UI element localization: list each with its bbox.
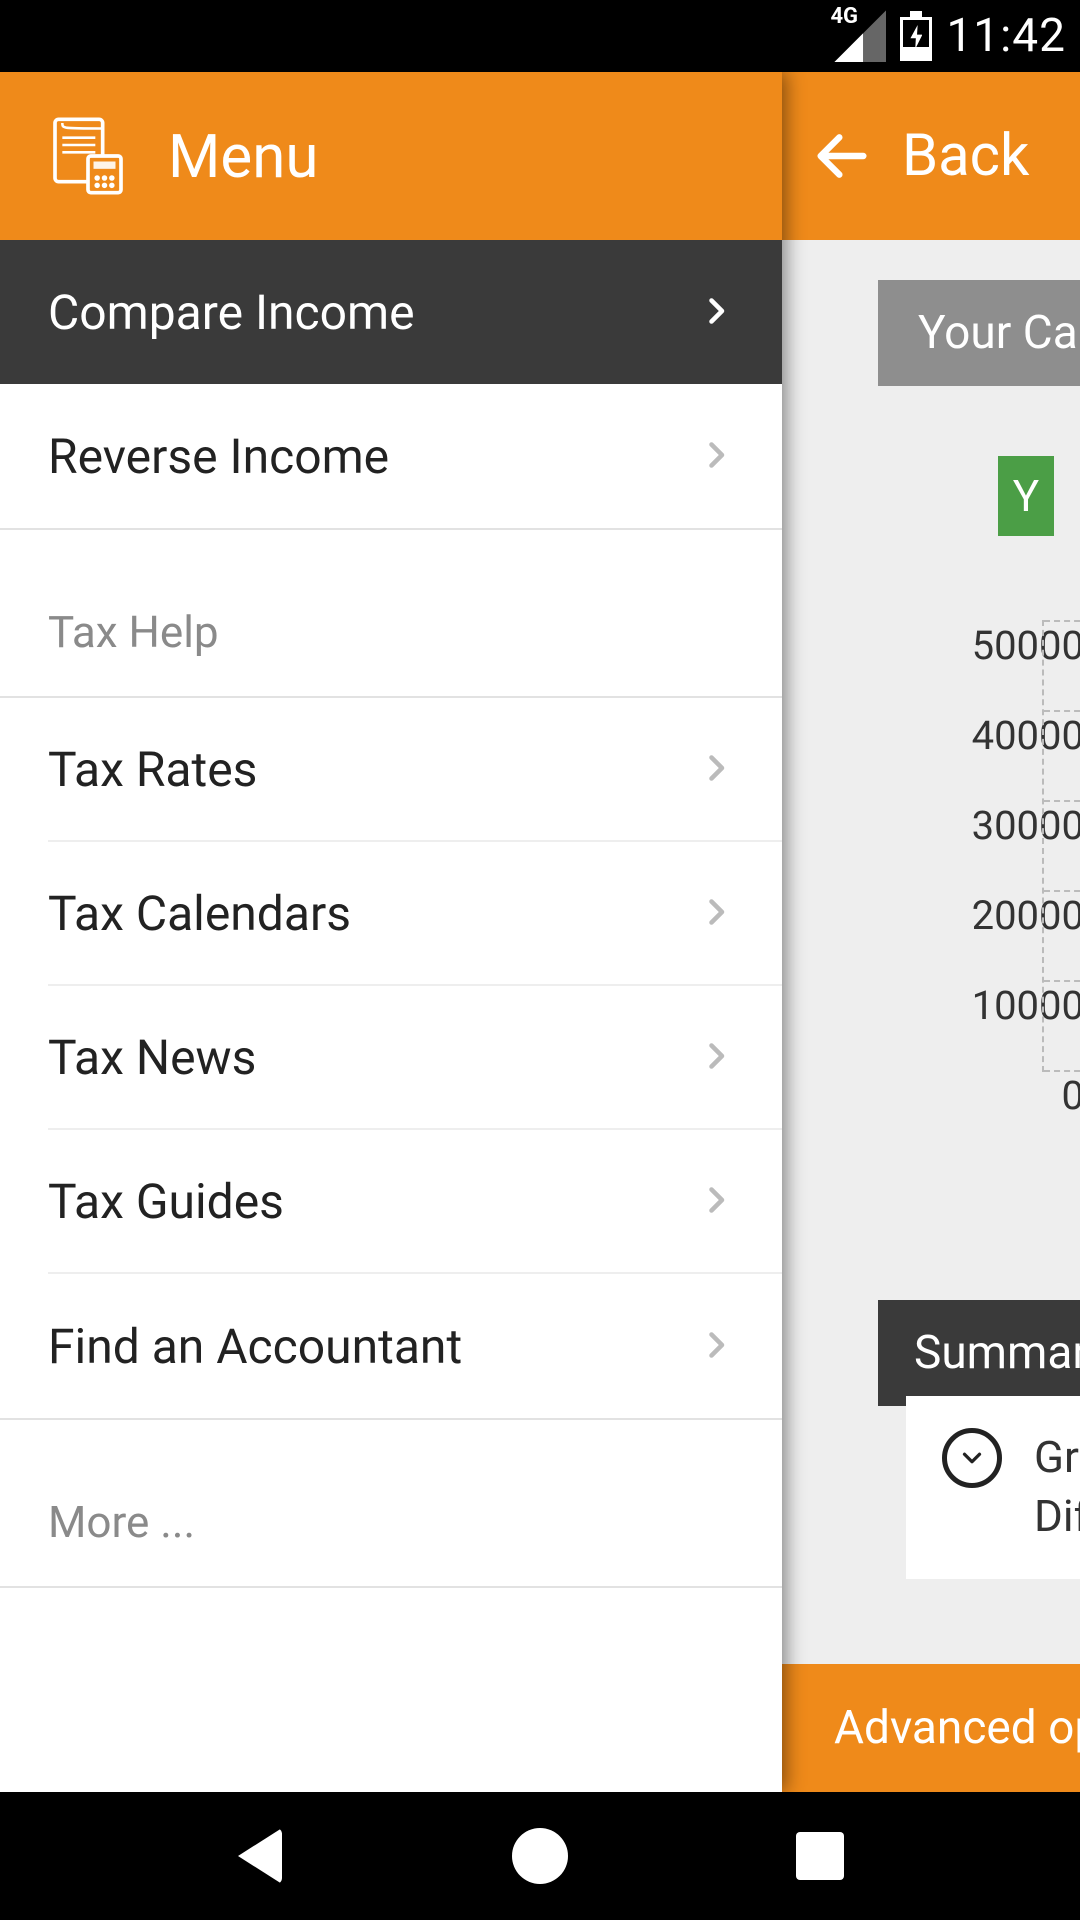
menu-item-find-accountant[interactable]: Find an Accountant xyxy=(48,1274,782,1418)
back-label[interactable]: Back xyxy=(902,122,1029,190)
chevron-right-icon xyxy=(698,885,734,942)
android-status-bar: 4G 11:42 xyxy=(0,0,1080,72)
menu-item-compare-income[interactable]: Compare Income xyxy=(0,240,782,384)
menu-item-tax-rates[interactable]: Tax Rates xyxy=(48,698,782,842)
cell-signal-icon: 4G xyxy=(834,10,886,62)
page-app-bar: Back xyxy=(782,72,1080,240)
nav-home-button[interactable] xyxy=(504,1820,576,1892)
chevron-right-icon xyxy=(698,1318,734,1375)
summary-line-2: Diff xyxy=(1034,1487,1080,1546)
expand-chevron-down-icon[interactable] xyxy=(942,1428,1002,1488)
advanced-options-label: Advanced opt xyxy=(834,1701,1080,1755)
section-header-tax-help: Tax Help xyxy=(0,530,782,698)
y-tick: 0 xyxy=(924,1076,1080,1166)
chart-grid xyxy=(1042,620,1080,1072)
chevron-right-icon xyxy=(698,284,734,341)
chevron-right-icon xyxy=(698,741,734,798)
menu-item-label: Tax Calendars xyxy=(48,885,351,942)
summary-row[interactable]: Gro Diff xyxy=(906,1396,1080,1579)
nav-back-button[interactable] xyxy=(224,1820,296,1892)
menu-item-label: Tax Guides xyxy=(48,1173,284,1230)
menu-item-reverse-income[interactable]: Reverse Income xyxy=(0,384,782,528)
chevron-right-icon xyxy=(698,428,734,485)
network-type-label: 4G xyxy=(830,4,858,29)
app-logo-icon xyxy=(44,112,132,200)
year-badge[interactable]: Y xyxy=(998,456,1054,536)
main-page-behind-drawer: Back Your Ca Y 50000 40000 30000 20000 1… xyxy=(782,72,1080,1792)
summary-labels: Gro Diff xyxy=(1034,1428,1080,1547)
menu-item-label: Tax News xyxy=(48,1029,256,1086)
summary-line-1: Gro xyxy=(1034,1428,1080,1487)
menu-item-label: Compare Income xyxy=(48,284,415,341)
menu-item-tax-guides[interactable]: Tax Guides xyxy=(48,1130,782,1274)
section-header-more: More ... xyxy=(0,1420,782,1588)
nav-recents-button[interactable] xyxy=(784,1820,856,1892)
drawer-title: Menu xyxy=(168,121,318,192)
menu-item-label: Reverse Income xyxy=(48,428,389,485)
menu-item-tax-calendars[interactable]: Tax Calendars xyxy=(48,842,782,986)
android-nav-bar xyxy=(0,1792,1080,1920)
advanced-options-button[interactable]: Advanced opt xyxy=(782,1664,1080,1792)
summary-header: Summary xyxy=(878,1300,1080,1406)
your-calc-tab[interactable]: Your Ca xyxy=(878,280,1080,386)
drawer-app-bar: Menu xyxy=(0,72,782,240)
nav-drawer: Menu Compare Income Reverse Income Tax H… xyxy=(0,72,782,1792)
status-clock: 11:42 xyxy=(946,9,1066,63)
chevron-right-icon xyxy=(698,1029,734,1086)
chevron-right-icon xyxy=(698,1173,734,1230)
menu-item-label: Find an Accountant xyxy=(48,1318,462,1375)
battery-charging-icon xyxy=(900,11,932,61)
menu-item-tax-news[interactable]: Tax News xyxy=(48,986,782,1130)
back-arrow-icon[interactable] xyxy=(810,124,874,188)
menu-item-label: Tax Rates xyxy=(48,741,257,798)
